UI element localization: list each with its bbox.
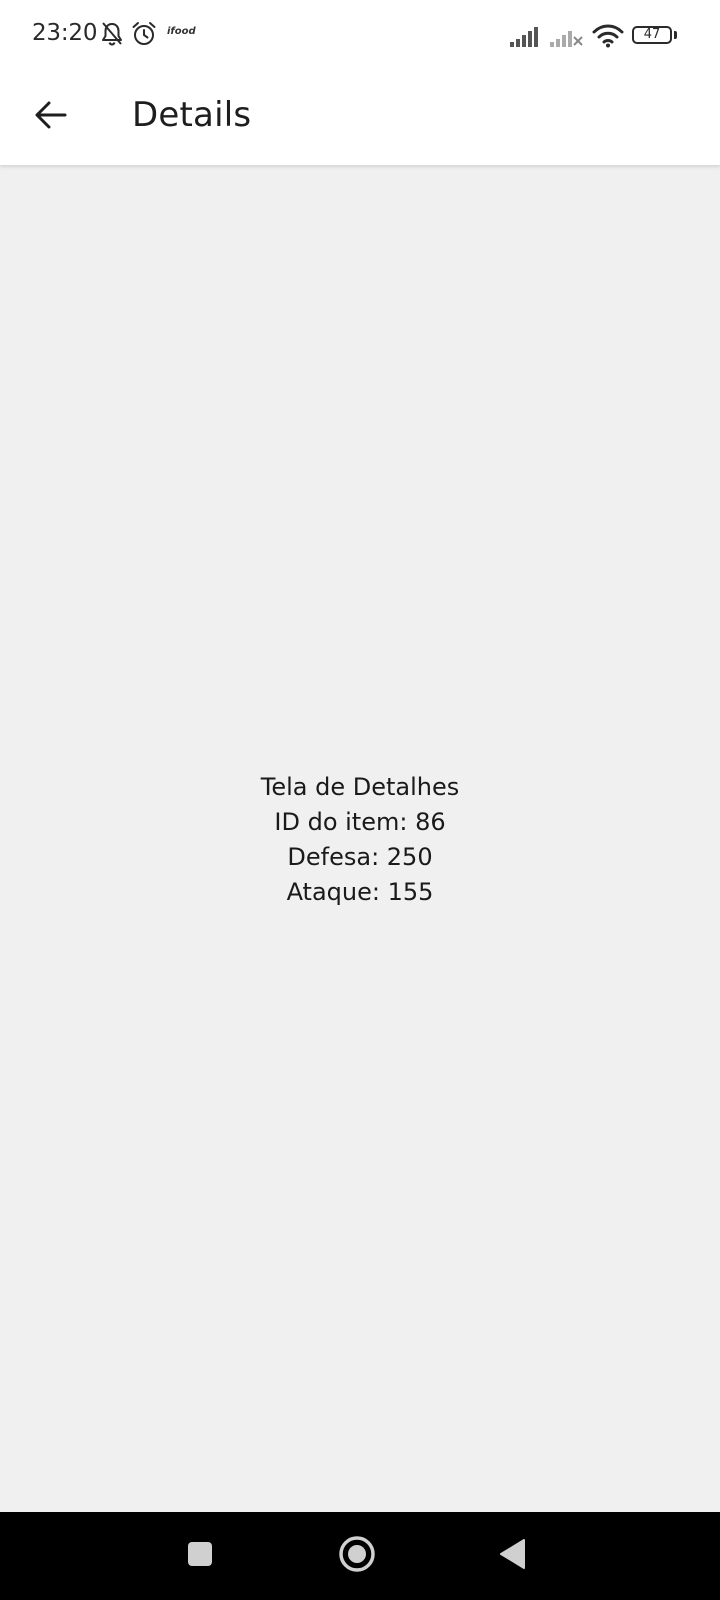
recents-square-icon xyxy=(187,1541,213,1571)
battery-cap xyxy=(674,31,677,39)
alarm-icon xyxy=(131,21,157,47)
bell-off-icon xyxy=(100,21,124,47)
recents-button[interactable] xyxy=(178,1534,222,1578)
back-triangle-icon xyxy=(498,1538,526,1574)
item-id-text: ID do item: 86 xyxy=(274,808,446,836)
page-title: Details xyxy=(132,95,252,135)
details-heading: Tela de Detalhes xyxy=(260,773,460,801)
app-bar: Details xyxy=(0,70,720,165)
details-text-block: Tela de Detalhes ID do item: 86 Defesa: … xyxy=(0,770,720,910)
nav-back-button[interactable] xyxy=(490,1534,534,1578)
details-content: Tela de Detalhes ID do item: 86 Defesa: … xyxy=(0,165,720,1512)
signal-icon xyxy=(510,26,544,48)
defense-text: Defesa: 250 xyxy=(287,843,433,871)
ifood-icon: ifood xyxy=(167,26,196,37)
battery-icon: 47 xyxy=(632,26,672,44)
signal-no-service-icon xyxy=(550,26,586,48)
home-button[interactable] xyxy=(335,1534,379,1578)
navigation-bar xyxy=(0,1512,720,1600)
arrow-back-icon xyxy=(34,100,68,134)
home-circle-icon xyxy=(338,1535,376,1577)
wifi-icon xyxy=(592,24,624,48)
status-bar: 23:20 ifood 47 xyxy=(0,0,720,70)
status-time: 23:20 xyxy=(32,20,98,46)
attack-text: Ataque: 155 xyxy=(286,878,434,906)
back-button[interactable] xyxy=(24,90,78,144)
